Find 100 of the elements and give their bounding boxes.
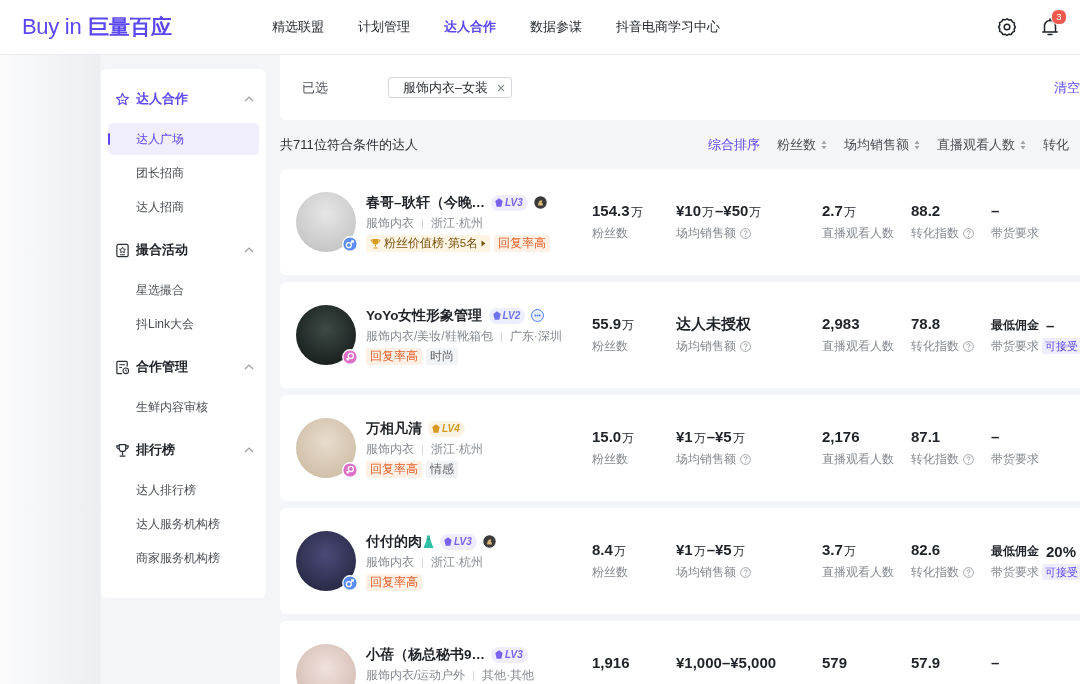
gem-icon bbox=[432, 424, 440, 433]
requirement-tag: 可接受 bbox=[1042, 338, 1080, 354]
stat-label: 转化指数 bbox=[911, 563, 959, 581]
stat-label: 转化指数 bbox=[911, 224, 959, 242]
avatar-placeholder bbox=[296, 531, 356, 591]
nav-tab[interactable]: 数据参谋 bbox=[530, 18, 582, 36]
chevron-up-icon[interactable] bbox=[244, 447, 254, 453]
sort-option[interactable]: 场均销售额 bbox=[844, 135, 920, 154]
stat-label: 粉丝数 bbox=[592, 563, 628, 581]
chevron-up-icon[interactable] bbox=[244, 247, 254, 253]
stat-label: 粉丝数 bbox=[592, 224, 628, 242]
sort-arrows-icon[interactable] bbox=[914, 139, 920, 150]
creator-name[interactable]: 万相凡清 bbox=[366, 419, 422, 438]
gem-icon bbox=[444, 537, 452, 546]
sidebar-item[interactable]: 生鲜内容审核 bbox=[108, 391, 259, 423]
creator-card[interactable]: 万相凡清 LV4 服饰内衣 浙江·杭州 回复率高 情感 15.0万 粉丝数 ¥1万–¥5万 场均销售额 2,176 直播观看人数 87.1 转化指数 – 带货要求 bbox=[280, 395, 1080, 501]
sidebar-item[interactable]: 抖Link大会 bbox=[108, 308, 259, 340]
sort-option[interactable]: 粉丝数 bbox=[777, 135, 827, 154]
help-icon[interactable] bbox=[740, 340, 751, 352]
filter-chip[interactable]: 服饰内衣–女装 bbox=[388, 77, 513, 98]
sidebar-item[interactable]: 商家服务机构榜 bbox=[108, 542, 259, 574]
help-icon[interactable] bbox=[963, 340, 974, 352]
highlight-tag: 回复率高 bbox=[366, 347, 422, 365]
sort-option[interactable]: 转化 bbox=[1043, 135, 1069, 154]
stat-value: ¥1万–¥5万 bbox=[676, 428, 746, 447]
nav-tab[interactable]: 抖音电商学习中心 bbox=[616, 18, 720, 36]
caret-right-icon bbox=[481, 239, 487, 247]
creator-card[interactable]: 付付的肉 LV3 服饰内衣 浙江·杭州 回复率高 8.4万 粉丝数 ¥1万–¥5万 场均销售额 3.7万 直播观看人数 82.6 转化指数 最低佣金 20% 带货要求 可接受 bbox=[280, 508, 1080, 614]
stat-value: ¥1,000–¥5,000 bbox=[676, 654, 778, 673]
male-symbol-icon bbox=[342, 575, 358, 591]
creator-card[interactable]: YoYo女性形象管理 LV2 服饰内衣/美妆/鞋靴箱包 广东·深圳 回复率高 时尚 55.9万 粉丝数 达人未授权 场均销售额 2,983 直播观看人数 78.8 转化指数 最低佣金 – 带货要求 可接受 bbox=[280, 282, 1080, 388]
stat-label: 转化指数 bbox=[911, 337, 959, 355]
sort-arrows-icon[interactable] bbox=[821, 139, 827, 150]
level-label: LV3 bbox=[454, 536, 472, 547]
close-icon[interactable] bbox=[497, 83, 506, 92]
rank-tag[interactable]: 粉丝价值榜·第5名 bbox=[366, 234, 491, 252]
stat-value: – bbox=[991, 202, 1001, 221]
sidebar-group-title[interactable]: 排行榜 bbox=[136, 441, 238, 459]
sidebar-item[interactable]: 达人服务机构榜 bbox=[108, 508, 259, 540]
chevron-up-icon[interactable] bbox=[244, 96, 254, 102]
sort-arrows-icon[interactable] bbox=[1020, 139, 1026, 150]
commission-label: 最低佣金 bbox=[991, 543, 1039, 559]
category-tag: 时尚 bbox=[426, 347, 458, 365]
trophy-icon bbox=[115, 442, 130, 458]
stat-value: – bbox=[991, 428, 1001, 447]
level-label: LV4 bbox=[442, 423, 460, 434]
logo-chinese-text[interactable]: 巨量百应 bbox=[88, 13, 173, 41]
star-icon bbox=[115, 91, 130, 107]
sort-option[interactable]: 直播观看人数 bbox=[937, 135, 1026, 154]
stat-value: 154.3万 bbox=[592, 202, 644, 221]
creator-card[interactable]: 春哥–耿轩（今晚… LV3 服饰内衣 浙江·杭州 粉丝价值榜·第5名 回复率高 154.3万 粉丝数 ¥10万–¥50万 场均销售额 2.7万 直播观看人数 88.2 转化指数 – 带货要求 bbox=[280, 169, 1080, 275]
highlight-tag: 回复率高 bbox=[366, 460, 422, 478]
nav-tab[interactable]: 达人合作 bbox=[444, 18, 496, 36]
creator-name[interactable]: 春哥–耿轩（今晚… bbox=[366, 193, 485, 212]
help-icon[interactable] bbox=[740, 227, 751, 239]
creator-card[interactable]: 小蓓（杨总秘书9… LV3 服饰内衣/运动户外 其他·其他 1,916 ¥1,000–¥5,000 579 57.9 – bbox=[280, 621, 1080, 684]
stat-value: 87.1 bbox=[911, 428, 942, 447]
sidebar-item[interactable]: 达人招商 bbox=[108, 191, 259, 223]
chevron-up-icon[interactable] bbox=[244, 364, 254, 370]
stat-value: 8.4万 bbox=[592, 541, 627, 560]
level-label: LV3 bbox=[505, 197, 523, 208]
sidebar-group-title[interactable]: 合作管理 bbox=[136, 358, 238, 376]
sidebar-group-title[interactable]: 撮合活动 bbox=[136, 241, 238, 259]
help-icon[interactable] bbox=[963, 566, 974, 578]
creator-category: 服饰内衣 bbox=[366, 215, 414, 232]
sidebar-item[interactable]: 达人排行榜 bbox=[108, 474, 259, 506]
sidebar-item[interactable]: 星选撮合 bbox=[108, 274, 259, 306]
creator-location: 广东·深圳 bbox=[509, 328, 562, 345]
nav-tab[interactable]: 精选联盟 bbox=[272, 18, 324, 36]
filter-label: 已选 bbox=[302, 78, 329, 97]
stat-value: 2,983 bbox=[822, 315, 861, 334]
creator-name[interactable]: 付付的肉 bbox=[366, 532, 422, 551]
creator-name[interactable]: 小蓓（杨总秘书9… bbox=[366, 645, 485, 664]
stat-label: 直播观看人数 bbox=[822, 224, 894, 242]
sidebar-item[interactable]: 团长招商 bbox=[108, 157, 259, 189]
stat-value: 55.9万 bbox=[592, 315, 636, 334]
creator-location: 浙江·杭州 bbox=[431, 215, 483, 232]
sidebar-item[interactable]: 达人广场 bbox=[108, 123, 259, 155]
help-icon[interactable] bbox=[963, 453, 974, 465]
creator-name[interactable]: YoYo女性形象管理 bbox=[366, 306, 483, 325]
help-icon[interactable] bbox=[963, 227, 974, 239]
logo-latin-text[interactable]: Buy in bbox=[22, 14, 82, 40]
stat-value: 2.7万 bbox=[822, 202, 857, 221]
creator-category: 服饰内衣 bbox=[366, 441, 414, 458]
notification-badge: 3 bbox=[1051, 9, 1067, 25]
creator-category: 服饰内衣 bbox=[366, 554, 414, 571]
clear-link[interactable]: 清空 bbox=[1054, 78, 1080, 97]
nav-tab[interactable]: 计划管理 bbox=[358, 18, 410, 36]
stat-value: 3.7万 bbox=[822, 541, 857, 560]
sort-option[interactable]: 综合排序 bbox=[708, 135, 760, 154]
male-symbol-icon bbox=[342, 236, 358, 252]
commission-value: – bbox=[1046, 316, 1055, 334]
female-symbol-icon bbox=[342, 349, 358, 365]
help-icon[interactable] bbox=[740, 453, 751, 465]
help-icon[interactable] bbox=[740, 566, 751, 578]
stat-label: 带货要求 bbox=[991, 224, 1039, 242]
result-count: 共711位符合条件的达人 bbox=[280, 135, 419, 154]
stat-label: 带货要求 bbox=[991, 450, 1039, 468]
settings-icon[interactable] bbox=[997, 17, 1017, 37]
sidebar-group-title[interactable]: 达人合作 bbox=[136, 90, 238, 108]
